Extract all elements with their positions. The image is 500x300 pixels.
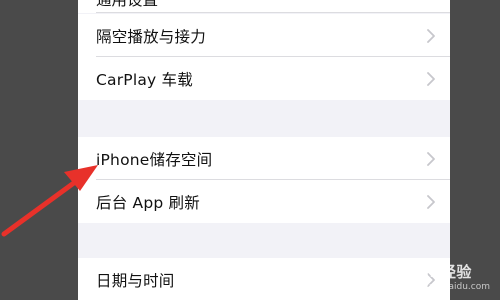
row-label: 通用设置 — [96, 0, 159, 9]
settings-group-2: iPhone储存空间 后台 App 刷新 — [78, 137, 450, 223]
settings-row-background-app-refresh[interactable]: 后台 App 刷新 — [78, 180, 450, 223]
row-label: CarPlay 车载 — [96, 70, 193, 89]
chevron-right-icon — [427, 28, 435, 43]
row-separator — [96, 12, 450, 13]
chevron-right-icon — [427, 151, 435, 166]
chevron-right-icon — [427, 194, 435, 209]
settings-row-partial-top[interactable]: 通用设置 — [78, 0, 450, 13]
chevron-right-icon — [427, 71, 435, 86]
settings-group-1: 隔空播放与接力 CarPlay 车载 — [78, 14, 450, 100]
settings-screen: 通用设置 隔空播放与接力 CarPlay 车载 iPhone储存空间 后台 Ap… — [78, 0, 450, 300]
row-label: 隔空播放与接力 — [96, 27, 206, 46]
baidu-paw-logo-icon — [383, 268, 401, 284]
baidu-jingyan-watermark: Bai 经验 jingyan.baidu.com — [381, 261, 490, 292]
settings-row-carplay[interactable]: CarPlay 车载 — [78, 57, 450, 100]
settings-row-airplay-handoff[interactable]: 隔空播放与接力 — [78, 14, 450, 57]
row-label: 后台 App 刷新 — [96, 193, 200, 212]
settings-row-iphone-storage[interactable]: iPhone储存空间 — [78, 137, 450, 180]
watermark-subtext: jingyan.baidu.com — [406, 282, 490, 292]
row-label: iPhone储存空间 — [96, 150, 213, 169]
watermark-text: Bai 经验 — [406, 263, 472, 281]
screenshot-stage: 通用设置 隔空播放与接力 CarPlay 车载 iPhone储存空间 后台 Ap… — [0, 0, 500, 300]
row-label: 日期与时间 — [96, 271, 175, 290]
